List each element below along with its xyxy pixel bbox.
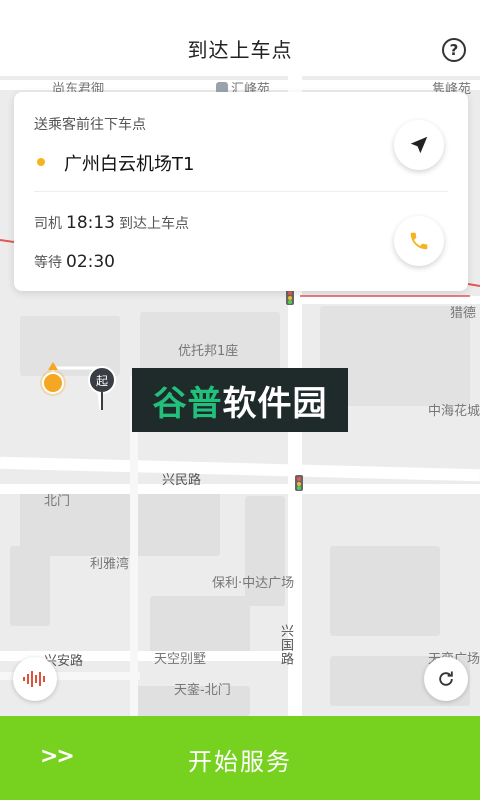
start-marker-stem — [101, 392, 103, 410]
map-poi-label: 猎德 — [450, 306, 477, 321]
wait-label: 等待 — [34, 255, 62, 271]
driver-status: 到达上车点 — [119, 216, 189, 232]
watermark-white-text: 软件园 — [222, 383, 328, 424]
wait-timer: 等待 02:30 — [34, 252, 115, 272]
map-poi-label: 天銮-北门 — [174, 683, 231, 698]
refresh-icon — [439, 671, 453, 686]
driver-label: 司机 — [34, 216, 62, 232]
wait-time: 02:30 — [66, 252, 115, 272]
start-marker[interactable]: 起 — [88, 366, 116, 394]
top-bar: 到达上车点 ? — [0, 0, 480, 76]
call-passenger-button[interactable] — [394, 216, 444, 266]
watermark-green-text: 谷普 — [152, 383, 223, 424]
map-poi-label: 北门 — [44, 494, 71, 509]
map-poi-label: 利雅湾 — [90, 557, 130, 572]
voice-button[interactable] — [13, 657, 57, 701]
driver-eta: 司机 18:13 到达上车点 — [34, 213, 189, 233]
road-label: 兴民路 — [162, 473, 202, 488]
driver-heading-icon — [48, 362, 58, 370]
road-label: 兴国路 — [278, 624, 293, 666]
card-subtitle: 送乘客前往下车点 — [34, 117, 146, 133]
card-divider — [34, 191, 448, 192]
start-service-label: 开始服务 — [188, 748, 292, 776]
page-title: 到达上车点 — [187, 38, 293, 62]
map-poi-label: 优托邦1座 — [178, 344, 239, 359]
refresh-button[interactable] — [424, 657, 468, 701]
trip-info-card: 送乘客前往下车点 广州白云机场T1 司机 18:13 到达上车点 等待 02:30 — [14, 92, 468, 291]
driver-time: 18:13 — [66, 213, 115, 233]
navigation-button[interactable] — [394, 120, 444, 170]
start-service-bar[interactable]: >> 开始服务 — [0, 716, 480, 800]
destination-name: 广州白云机场T1 — [64, 154, 195, 175]
destination-dot-icon — [37, 158, 45, 166]
driver-location-icon — [42, 372, 64, 394]
phone-icon — [410, 232, 428, 250]
map-poi-label: 保利·中达广场 — [212, 576, 295, 591]
help-icon[interactable]: ? — [442, 38, 466, 62]
voice-wave-icon — [23, 671, 45, 687]
map-poi-label: 天空别墅 — [154, 652, 207, 667]
navigation-arrow-icon — [410, 136, 428, 154]
map-poi-label: 中海花城 — [428, 404, 480, 419]
watermark-logo: 谷普 软件园 — [132, 368, 348, 432]
